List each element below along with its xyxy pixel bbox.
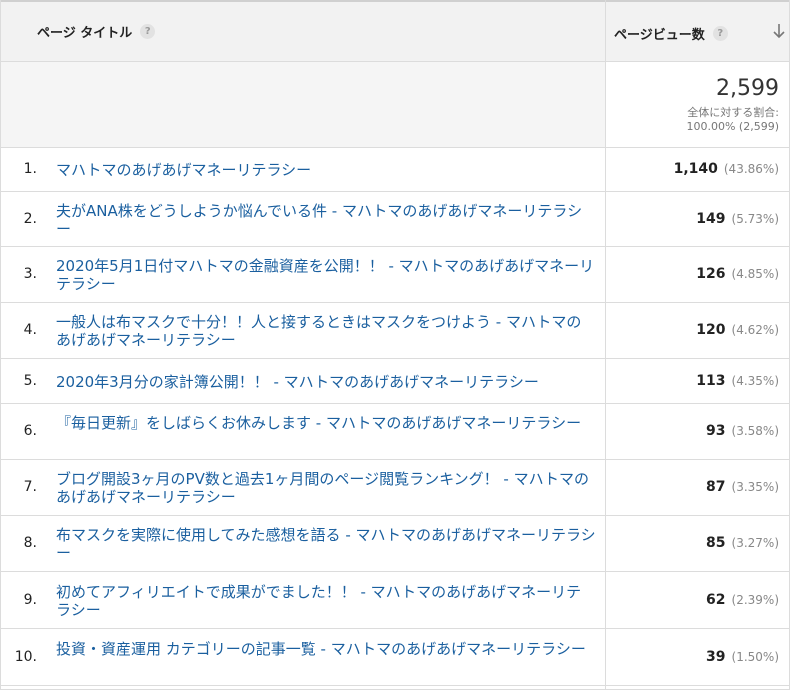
page-title-link[interactable]: 初めてアフィリエイトで成果がでました！！ - マハトマのあげあげマネーリテラシー [56,583,596,619]
row-rank: 4. [23,322,37,338]
page-views-table: ページ タイトル ? ページビュー数 ? 2,599 全体に対する割合: 100… [0,0,790,690]
total-pageviews: 2,599 [716,76,779,101]
pageviews-percentage: (3.27%) [731,536,779,550]
row-pageviews: 113 (4.35%) [696,373,779,389]
table-row: 3. 2020年5月1日付マハトマの金融資産を公開！！ - マハトマのあげあげマネ… [1,247,789,303]
row-pageviews: 1,140 (43.86%) [674,161,779,177]
page-title-link[interactable]: 投資・資産運用 カテゴリーの記事一覧 - マハトマのあげあげマネーリテラシー [56,640,596,658]
page-title-link[interactable]: ブログ開設3ヶ月のPV数と過去1ヶ月間のページ閲覧ランキング！ - マハトマのあ… [56,470,596,506]
pageviews-percentage: (4.35%) [731,374,779,388]
row-rank: 8. [23,535,37,551]
page-title-link[interactable]: 布マスクを実際に使用してみた感想を語る - マハトマのあげあげマネーリテラシー [56,526,596,562]
row-rank: 9. [23,592,37,608]
table-row: 2. 夫がANA株をどうしようか悩んでいる件 - マハトマのあげあげマネーリテラシ… [1,192,789,247]
page-title-link[interactable]: マハトマのあげあげマネーリテラシー [56,161,596,179]
pageviews-percentage: (3.35%) [731,480,779,494]
table-row: 1. マハトマのあげあげマネーリテラシー 1,140 (43.86%) [1,148,789,192]
pageviews-count: 113 [696,373,726,389]
row-pageviews: 39 (1.50%) [706,649,779,665]
page-title-link[interactable]: 『毎日更新』をしばらくお休みします - マハトマのあげあげマネーリテラシー [56,414,596,432]
row-pageviews: 62 (2.39%) [706,592,779,608]
row-pageviews: 149 (5.73%) [696,211,779,227]
row-pageviews: 120 (4.62%) [696,322,779,338]
pageviews-percentage: (3.58%) [731,424,779,438]
table-row: 10. 投資・資産運用 カテゴリーの記事一覧 - マハトマのあげあげマネーリテラシ… [1,629,789,686]
pageviews-count: 93 [706,423,726,439]
help-icon[interactable]: ? [712,26,728,41]
table-row: 7. ブログ開設3ヶ月のPV数と過去1ヶ月間のページ閲覧ランキング！ - マハトマ… [1,460,789,516]
row-pageviews: 93 (3.58%) [706,423,779,439]
total-percentage: 100.00% (2,599) [686,120,779,133]
row-rank: 10. [14,649,37,665]
table-row: 5. 2020年3月分の家計簿公開！！ - マハトマのあげあげマネーリテラシー 11… [1,359,789,404]
pageviews-percentage: (43.86%) [723,162,779,176]
pageviews-count: 149 [696,211,726,227]
pageviews-count: 126 [696,266,726,282]
arrow-down-icon[interactable] [771,22,787,40]
pageviews-percentage: (1.50%) [731,650,779,664]
column-header-page-title[interactable]: ページ タイトル ? [37,22,156,41]
row-rank: 3. [23,266,37,282]
pageviews-count: 1,140 [673,161,718,177]
table-row: 9. 初めてアフィリエイトで成果がでました！！ - マハトマのあげあげマネーリテラ… [1,572,789,629]
pageviews-count: 62 [706,592,726,608]
help-icon[interactable]: ? [140,24,156,39]
table-row: 4. 一般人は布マスクで十分！！人と接するときはマスクをつけよう - マハトマのあ… [1,303,789,359]
row-rank: 7. [23,479,37,495]
pageviews-percentage: (2.39%) [731,593,779,607]
row-pageviews: 85 (3.27%) [706,535,779,551]
total-percentage-label: 全体に対する割合: [687,106,779,119]
summary-total-cell: 2,599 全体に対する割合: 100.00% (2,599) [606,62,789,148]
row-pageviews: 87 (3.35%) [706,479,779,495]
row-rank: 2. [23,211,37,227]
column-header-pageviews-label: ページビュー数 [614,28,705,43]
pageviews-percentage: (4.62%) [731,323,779,337]
row-rank: 5. [23,373,37,389]
page-title-link[interactable]: 一般人は布マスクで十分！！人と接するときはマスクをつけよう - マハトマのあげあ… [56,313,596,349]
table-row: 6. 『毎日更新』をしばらくお休みします - マハトマのあげあげマネーリテラシー 9… [1,404,789,460]
column-header-pageviews[interactable]: ページビュー数 ? [614,24,728,43]
page-title-link[interactable]: 2020年5月1日付マハトマの金融資産を公開！！ - マハトマのあげあげマネーリ… [56,257,596,293]
pageviews-count: 120 [696,322,726,338]
table-row: 8. 布マスクを実際に使用してみた感想を語る - マハトマのあげあげマネーリテラシ… [1,516,789,572]
page-title-link[interactable]: 2020年3月分の家計簿公開！！ - マハトマのあげあげマネーリテラシー [56,373,596,391]
pageviews-count: 87 [706,479,726,495]
column-header-page-title-label: ページ タイトル [37,26,133,41]
page-title-link[interactable]: 夫がANA株をどうしようか悩んでいる件 - マハトマのあげあげマネーリテラシー [56,202,596,238]
pageviews-count: 39 [706,649,726,665]
pageviews-count: 85 [706,535,726,551]
pageviews-percentage: (4.85%) [731,267,779,281]
row-pageviews: 126 (4.85%) [696,266,779,282]
column-divider [605,0,606,690]
row-rank: 6. [23,423,37,439]
row-rank: 1. [23,161,37,177]
pageviews-percentage: (5.73%) [731,212,779,226]
